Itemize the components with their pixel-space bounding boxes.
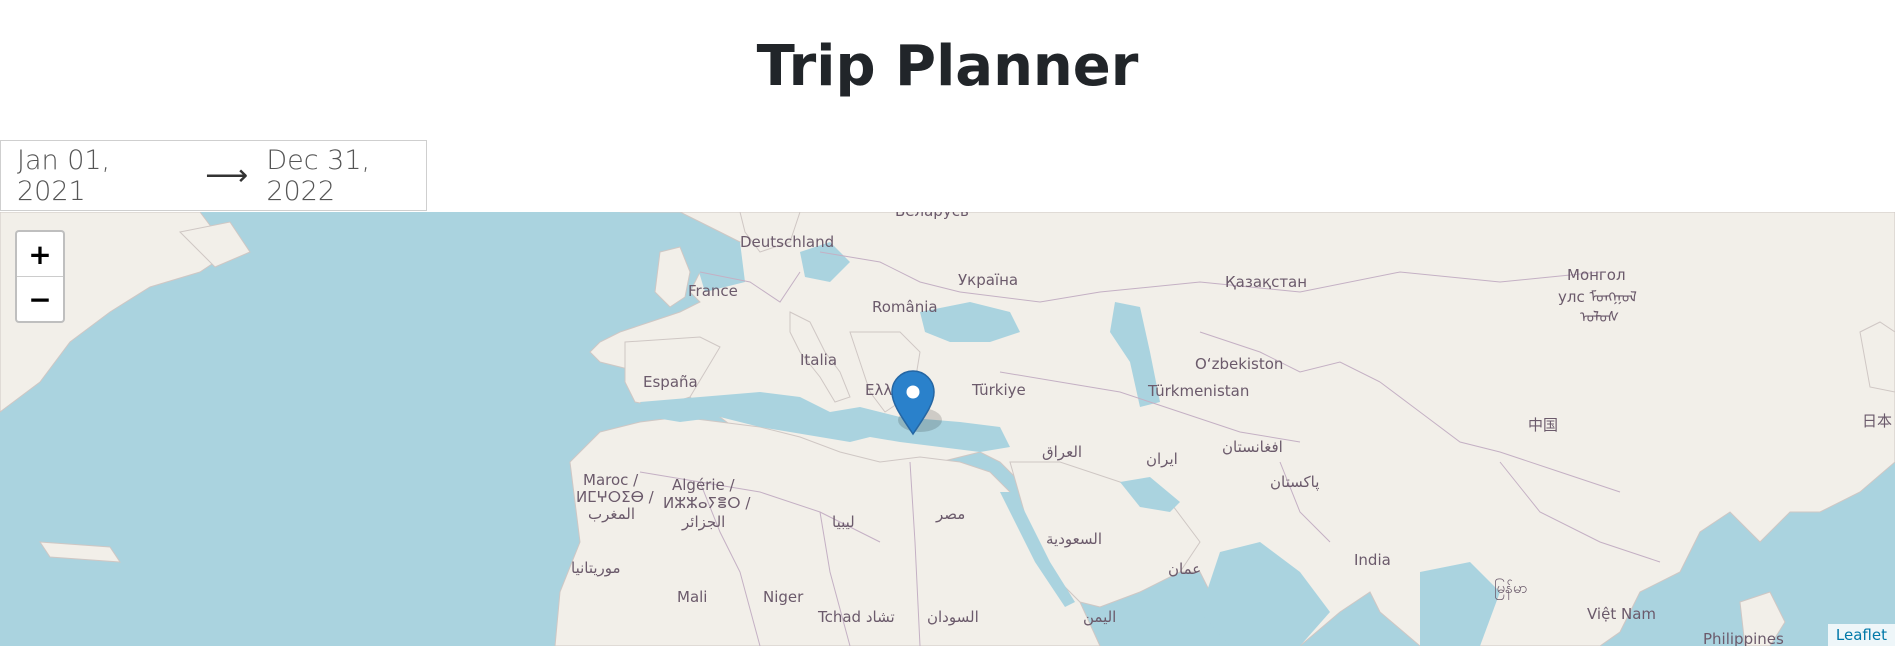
label-chad: Tchad تشاد — [817, 608, 895, 626]
date-range-picker[interactable]: Jan 01, 2021 ⟶ Dec 31, 2022 — [0, 140, 427, 211]
label-mauritania: موريتانيا — [571, 559, 621, 577]
map[interactable]: Deutschland Беларусь France Україна Româ… — [0, 212, 1895, 646]
caribbean-land — [39, 541, 121, 563]
label-espana: España — [643, 373, 698, 391]
label-turkiye: Türkiye — [971, 381, 1026, 399]
label-mali: Mali — [677, 588, 707, 606]
end-date[interactable]: Dec 31, 2022 — [266, 145, 426, 207]
label-mongolia-2: улс ᠮᠣᠩᠭᠣᠯ — [1558, 288, 1637, 306]
label-afghanistan: افغانستان — [1222, 438, 1283, 456]
label-uzbekistan: O‘zbekiston — [1195, 355, 1283, 373]
label-myanmar: မြန်မာ — [1494, 578, 1528, 600]
label-pakistan: پاکستان — [1270, 473, 1319, 492]
label-niger: Niger — [763, 588, 804, 606]
label-mongolia-3: ᠤᠯᠤᠰ — [1580, 308, 1619, 326]
label-china: 中国 — [1528, 416, 1558, 434]
label-italia: Italia — [800, 351, 837, 369]
label-belarus: Беларусь — [895, 212, 969, 220]
label-turkmenistan: Türkmenistan — [1147, 382, 1249, 400]
label-japan: 日本 — [1862, 412, 1892, 430]
label-france: France — [688, 282, 738, 300]
label-morocco-1: Maroc / — [583, 471, 639, 489]
label-vietnam: Việt Nam — [1587, 605, 1656, 623]
label-saudi: السعودية — [1046, 530, 1102, 548]
label-morocco-3: المغرب — [588, 505, 635, 523]
label-philippines: Philippines — [1703, 630, 1784, 646]
label-mongolia-1: Монгол — [1567, 266, 1626, 284]
page-title: Trip Planner — [756, 34, 1139, 99]
arrow-right-icon: ⟶ — [205, 158, 249, 193]
label-romania: România — [872, 298, 938, 316]
label-egypt: مصر — [935, 505, 965, 523]
label-ukraine: Україна — [958, 271, 1018, 289]
label-yemen: اليمن — [1083, 608, 1116, 626]
label-india: India — [1354, 551, 1391, 569]
label-algeria-2: ⵍⵣⵣⴰⵢⴻⵔ / — [663, 494, 751, 512]
label-kazakhstan: Қазақстан — [1225, 273, 1307, 291]
zoom-control: + − — [15, 230, 65, 323]
label-morocco-2: ⵍⵎⵖⵔⵉⴱ / — [576, 488, 655, 506]
map-tiles: Deutschland Беларусь France Україна Româ… — [0, 212, 1895, 646]
attribution-link[interactable]: Leaflet — [1827, 624, 1895, 646]
zoom-in-button[interactable]: + — [17, 232, 63, 277]
label-deutschland: Deutschland — [740, 233, 834, 251]
label-oman: عمان — [1168, 560, 1201, 578]
label-iraq: العراق — [1042, 443, 1082, 461]
label-greece: Ελλ — [865, 381, 892, 399]
zoom-out-button[interactable]: − — [17, 277, 63, 321]
start-date[interactable]: Jan 01, 2021 — [17, 145, 167, 207]
britain-land — [654, 246, 691, 308]
label-algeria-3: الجزائر — [681, 513, 725, 531]
label-algeria-1: Algérie / — [672, 476, 736, 494]
label-libya: ليبيا — [832, 513, 855, 531]
label-iran: ایران — [1146, 450, 1178, 468]
label-sudan: السودان — [927, 608, 979, 626]
